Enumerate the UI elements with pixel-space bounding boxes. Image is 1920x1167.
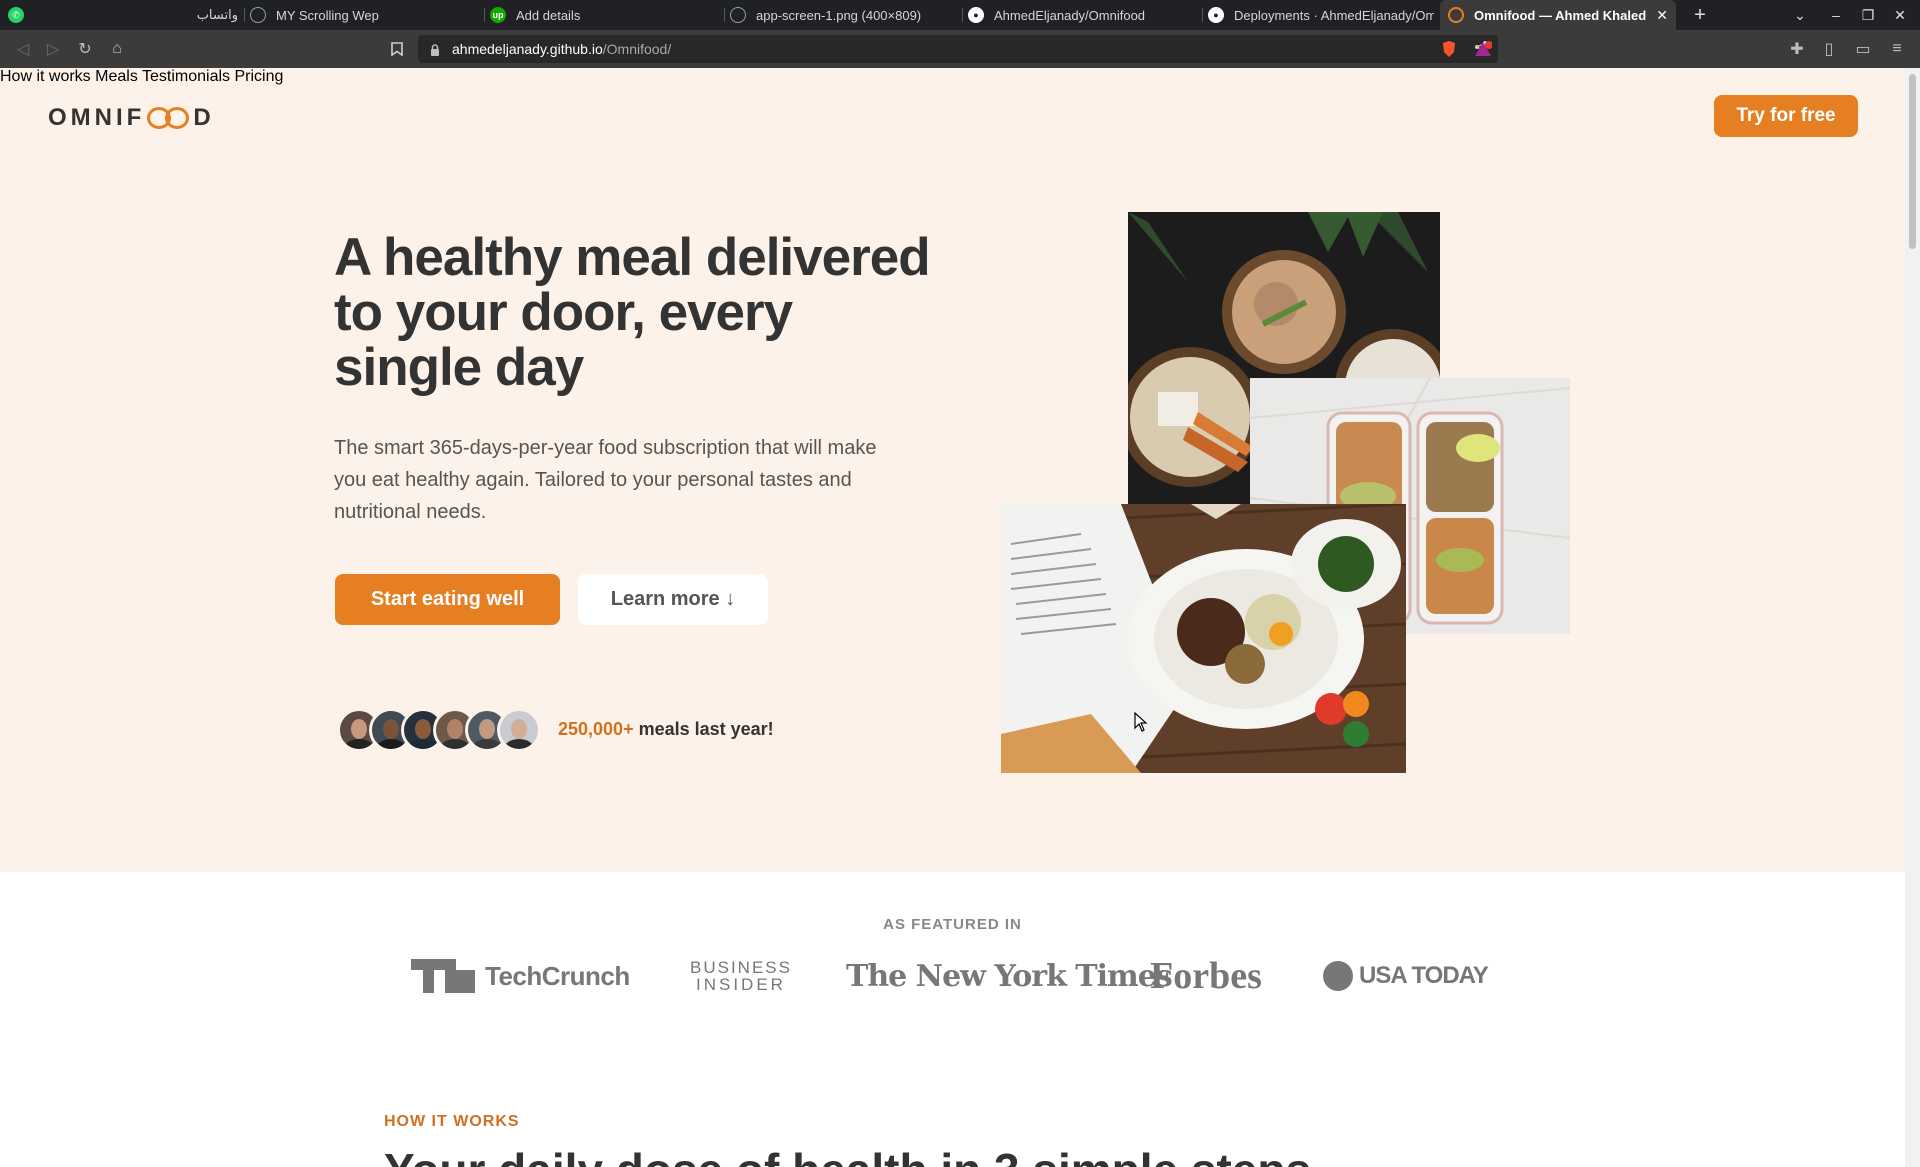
tab-separator bbox=[244, 8, 245, 22]
featured-label: AS FEATURED IN bbox=[883, 916, 1022, 933]
scrollbar-thumb[interactable] bbox=[1909, 74, 1916, 249]
menu-icon[interactable]: ≡ bbox=[1884, 36, 1910, 62]
url-text: ahmedeljanady.github.io/Omnifood/ bbox=[452, 41, 672, 57]
webpage: OMNIF D How it works Meals Testimonials … bbox=[0, 68, 1905, 1167]
tab-app-screen[interactable]: app-screen-1.png (400×809) bbox=[730, 0, 960, 30]
tab-omnifood[interactable]: Omnifood — Ahmed Khaled ✕ bbox=[1440, 0, 1676, 30]
logo-text: D bbox=[193, 104, 215, 131]
tab-github-repo[interactable]: ● AhmedEljanady/Omnifood bbox=[968, 0, 1198, 30]
business-insider-logo: BUSINESS INSIDER bbox=[690, 954, 792, 998]
extensions-icon[interactable]: ✚ bbox=[1784, 36, 1810, 62]
how-it-works-label: HOW IT WORKS bbox=[384, 1113, 520, 1130]
omnifood-logo[interactable]: OMNIF D bbox=[48, 104, 215, 132]
whatsapp-icon: ✆ bbox=[8, 7, 24, 23]
wallet-icon[interactable]: ▭ bbox=[1850, 36, 1876, 62]
minimize-icon[interactable]: – bbox=[1820, 0, 1852, 30]
tab-search-chevron-icon[interactable]: ⌄ bbox=[1784, 0, 1816, 30]
reload-icon[interactable]: ↻ bbox=[72, 36, 98, 62]
tab-whatsapp[interactable]: ✆ واتساب bbox=[8, 0, 244, 30]
usa-today-wordmark: USA TODAY bbox=[1359, 962, 1489, 989]
brave-rewards-icon[interactable] bbox=[1470, 36, 1496, 62]
start-eating-button[interactable]: Start eating well bbox=[335, 574, 560, 625]
how-it-works-title: Your daily dose of health in 3 simple st… bbox=[384, 1143, 1311, 1167]
home-icon[interactable]: ⌂ bbox=[104, 36, 130, 62]
close-tab-icon[interactable]: ✕ bbox=[1656, 7, 1668, 24]
tab-title: Add details bbox=[516, 7, 581, 23]
hero-image-plate bbox=[1001, 504, 1406, 773]
logo-text: OMNIF bbox=[48, 104, 146, 131]
tab-separator bbox=[962, 8, 963, 22]
tab-scrolling-web[interactable]: MY Scrolling Wep bbox=[250, 0, 480, 30]
nyt-logo: The New York Times bbox=[846, 958, 1173, 994]
usa-today-circle-icon bbox=[1323, 961, 1353, 991]
avatar bbox=[497, 708, 541, 752]
usa-today-logo: USA TODAY bbox=[1323, 954, 1489, 998]
sidebar-icon[interactable]: ▯ bbox=[1816, 36, 1842, 62]
page-scrollbar[interactable] bbox=[1905, 68, 1920, 1167]
meals-delivered-text: 250,000+ meals last year! bbox=[558, 719, 774, 740]
back-icon[interactable]: ◁ bbox=[10, 36, 36, 62]
browser-tab-bar: ✆ واتساب MY Scrolling Wep up Add details… bbox=[0, 0, 1920, 30]
close-window-icon[interactable]: ✕ bbox=[1884, 0, 1916, 30]
upwork-icon: up bbox=[490, 7, 506, 23]
address-bar[interactable]: ahmedeljanady.github.io/Omnifood/ bbox=[418, 35, 1498, 63]
tab-title: app-screen-1.png (400×809) bbox=[756, 7, 922, 23]
lock-icon bbox=[430, 43, 440, 56]
tab-add-details[interactable]: up Add details bbox=[490, 0, 720, 30]
main-nav: How it works Meals Testimonials Pricing bbox=[0, 68, 1905, 86]
tab-github-deployments[interactable]: ● Deployments · AhmedEljanady/Om bbox=[1208, 0, 1434, 30]
tab-separator bbox=[724, 8, 725, 22]
techcrunch-mark-icon bbox=[411, 959, 475, 993]
forbes-logo: Forbes bbox=[1150, 955, 1262, 997]
tab-title: Omnifood — Ahmed Khaled bbox=[1474, 7, 1647, 23]
globe-icon bbox=[250, 7, 266, 23]
globe-icon bbox=[730, 7, 746, 23]
mouse-cursor-icon bbox=[1134, 712, 1148, 732]
nav-meals[interactable]: Meals bbox=[95, 68, 138, 85]
bookmark-icon[interactable] bbox=[384, 36, 410, 62]
nav-pricing[interactable]: Pricing bbox=[234, 68, 283, 85]
omnifood-icon bbox=[1448, 7, 1464, 23]
tab-separator bbox=[1202, 8, 1203, 22]
tab-title: MY Scrolling Wep bbox=[276, 7, 379, 23]
browser-toolbar: ◁ ▷ ↻ ⌂ ahmedeljanady.github.io/Omnifood… bbox=[0, 30, 1920, 68]
techcrunch-wordmark: TechCrunch bbox=[485, 960, 630, 991]
logo-infinity-icon bbox=[147, 107, 191, 129]
forward-icon[interactable]: ▷ bbox=[40, 36, 66, 62]
tab-separator bbox=[484, 8, 485, 22]
meals-count: 250,000+ bbox=[558, 719, 634, 739]
techcrunch-logo: TechCrunch bbox=[411, 954, 630, 998]
try-for-free-button[interactable]: Try for free bbox=[1714, 95, 1858, 137]
restore-icon[interactable]: ❐ bbox=[1852, 0, 1884, 30]
nav-how-it-works[interactable]: How it works bbox=[0, 68, 91, 85]
learn-more-button[interactable]: Learn more ↓ bbox=[578, 574, 768, 625]
hero-description: The smart 365-days-per-year food subscri… bbox=[334, 437, 877, 523]
tab-title: واتساب bbox=[196, 7, 238, 22]
insider-wordmark: INSIDER bbox=[696, 975, 786, 994]
nav-testimonials[interactable]: Testimonials bbox=[142, 68, 230, 85]
business-wordmark: BUSINESS bbox=[690, 958, 792, 977]
new-tab-icon[interactable]: + bbox=[1684, 0, 1716, 30]
github-icon: ● bbox=[968, 7, 984, 23]
brave-shield-icon[interactable] bbox=[1436, 36, 1462, 62]
github-icon: ● bbox=[1208, 7, 1224, 23]
hero-title: A healthy meal delivered to your door, e… bbox=[334, 228, 931, 397]
meals-label: meals last year! bbox=[633, 719, 774, 739]
tab-title: AhmedEljanady/Omnifood bbox=[994, 7, 1146, 23]
tab-title: Deployments · AhmedEljanady/Om bbox=[1234, 7, 1434, 23]
